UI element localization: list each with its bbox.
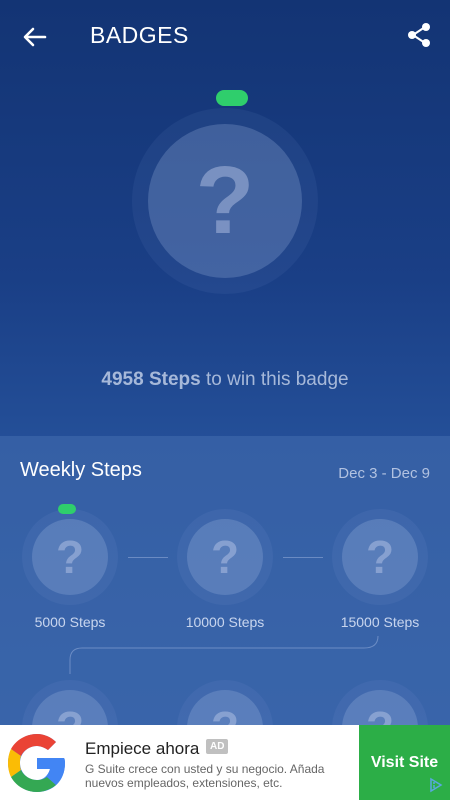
weekly-badge-15000[interactable]: ? [332, 509, 428, 605]
weekly-badge-label: 15000 Steps [340, 614, 420, 630]
row-connector [69, 635, 379, 674]
ad-description: G Suite crece con usted y su negocio. Añ… [85, 762, 325, 790]
google-logo-icon [2, 728, 72, 798]
ad-headline[interactable]: Empiece ahora [85, 739, 199, 759]
question-mark-icon: ? [195, 147, 255, 254]
adchoices-icon[interactable] [428, 777, 444, 793]
question-mark-icon: ? [365, 531, 395, 583]
arrow-left-icon[interactable] [20, 22, 50, 52]
weekly-badge-5000[interactable]: ? [22, 504, 118, 605]
badge-connector [283, 557, 323, 558]
steps-remaining-suffix: to win this badge [200, 369, 349, 390]
weekly-badge-label: 5000 Steps [34, 614, 106, 630]
badge-progress-indicator [58, 504, 76, 514]
page-title: BADGES [90, 22, 189, 48]
question-mark-icon: ? [210, 531, 240, 583]
app-screen: BADGES ? 4958 Steps to win this badge We… [0, 0, 450, 800]
badge-connector [128, 557, 168, 558]
share-icon[interactable] [404, 20, 434, 50]
weekly-badge-label: 10000 Steps [185, 614, 265, 630]
question-mark-icon: ? [55, 531, 85, 583]
current-badge-section: ? 4958 Steps to win this badge [0, 72, 450, 436]
steps-remaining-text: 4958 Steps to win this badge [0, 369, 450, 391]
steps-needed-count: 4958 Steps [101, 369, 201, 390]
ad-label-badge: AD [206, 739, 229, 754]
badge-progress-indicator [216, 90, 248, 106]
weekly-badge-10000[interactable]: ? [177, 509, 273, 605]
weekly-steps-title: Weekly Steps [20, 459, 142, 481]
app-bar: BADGES [0, 0, 450, 72]
ad-banner[interactable]: Empiece ahora AD G Suite crece con usted… [0, 725, 450, 800]
weekly-date-range: Dec 3 - Dec 9 [338, 465, 430, 482]
